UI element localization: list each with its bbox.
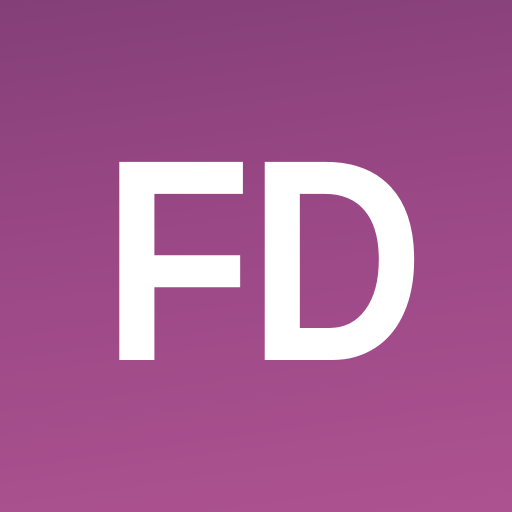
- monogram-logo: FD: [103, 100, 425, 422]
- app-icon: FD: [0, 0, 512, 512]
- monogram-text: FD: [103, 100, 421, 422]
